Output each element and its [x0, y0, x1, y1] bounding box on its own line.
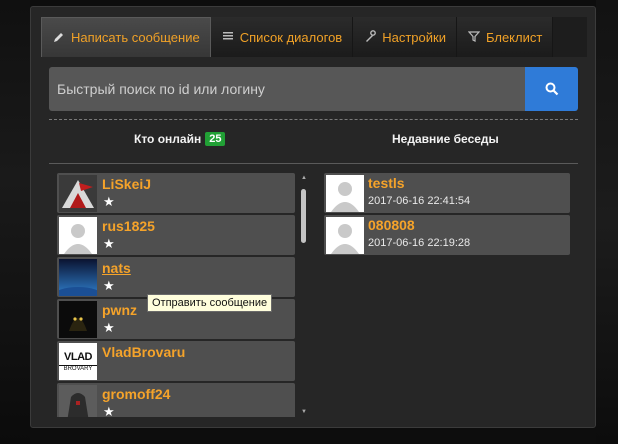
- wrench-icon: [363, 30, 377, 44]
- conversation-name[interactable]: testls: [368, 175, 405, 191]
- star-icon[interactable]: ★: [103, 404, 115, 417]
- background-left: [0, 0, 30, 444]
- messages-panel: Написать сообщение Список диалогов Настр…: [30, 6, 596, 428]
- avatar: [326, 175, 364, 212]
- list-item[interactable]: LiSkeiJ ★: [57, 173, 295, 213]
- star-icon[interactable]: ★: [103, 278, 115, 294]
- user-name[interactable]: pwnz: [102, 302, 137, 318]
- tab-label: Блеклист: [485, 29, 543, 45]
- tab-settings[interactable]: Настройки: [353, 17, 457, 57]
- search-input[interactable]: [49, 67, 525, 111]
- star-icon[interactable]: ★: [103, 236, 115, 252]
- avatar: [59, 217, 97, 254]
- background-right: [596, 0, 618, 444]
- scrollbar-thumb[interactable]: [301, 189, 306, 243]
- recent-header: Недавние беседы: [392, 132, 499, 146]
- scroll-up-icon[interactable]: ▲: [300, 175, 308, 181]
- online-list-scrollbar[interactable]: ▲ ▼: [300, 173, 308, 417]
- list-item[interactable]: 080808 2017-06-16 22:19:28: [324, 215, 570, 255]
- online-count-badge: 25: [205, 132, 226, 146]
- avatar: [59, 175, 97, 212]
- list-item[interactable]: VLAD BROVARY VladBrovaru: [57, 341, 295, 381]
- star-icon[interactable]: ★: [103, 194, 115, 210]
- list-item[interactable]: nats ★: [57, 257, 295, 297]
- search-icon: [545, 82, 558, 96]
- user-name[interactable]: VladBrovaru: [102, 344, 185, 360]
- filter-icon: [467, 30, 481, 44]
- conversation-time: 2017-06-16 22:19:28: [368, 237, 471, 249]
- avatar: [326, 217, 364, 254]
- list-item[interactable]: rus1825 ★: [57, 215, 295, 255]
- tab-write-message[interactable]: Написать сообщение: [41, 17, 211, 57]
- header-divider: [49, 163, 578, 164]
- list-item[interactable]: gromoff24 ★: [57, 383, 295, 417]
- tab-label: Настройки: [382, 29, 446, 45]
- scroll-down-icon[interactable]: ▼: [300, 409, 308, 415]
- tab-blacklist[interactable]: Блеклист: [456, 17, 554, 57]
- avatar-logo-text: VLAD: [64, 351, 92, 363]
- user-name[interactable]: nats: [102, 260, 131, 276]
- online-header: Кто онлайн 25: [134, 132, 226, 146]
- recent-conversations-list: testls 2017-06-16 22:41:54 080808 2017-0…: [324, 173, 570, 257]
- conversation-time: 2017-06-16 22:41:54: [368, 195, 471, 207]
- dashed-divider: [49, 119, 578, 120]
- list-item[interactable]: testls 2017-06-16 22:41:54: [324, 173, 570, 213]
- avatar: [59, 301, 97, 338]
- avatar-logo-subtext: BROVARY: [59, 365, 97, 372]
- avatar: [59, 259, 97, 296]
- tooltip: Отправить сообщение: [147, 294, 273, 312]
- user-name[interactable]: gromoff24: [102, 386, 170, 402]
- tab-dialog-list[interactable]: Список диалогов: [210, 17, 354, 57]
- recent-title: Недавние беседы: [392, 132, 499, 146]
- avatar: [59, 385, 97, 417]
- user-name[interactable]: LiSkeiJ: [102, 176, 151, 192]
- pencil-icon: [52, 31, 66, 45]
- user-name[interactable]: rus1825: [102, 218, 155, 234]
- avatar: VLAD BROVARY: [59, 343, 97, 380]
- tab-label: Написать сообщение: [71, 30, 200, 45]
- search-bar: [49, 67, 578, 111]
- online-title: Кто онлайн: [134, 132, 202, 146]
- star-icon[interactable]: ★: [103, 320, 115, 336]
- list-icon: [221, 30, 235, 44]
- tab-bar: Написать сообщение Список диалогов Настр…: [41, 17, 587, 57]
- search-button[interactable]: [525, 67, 578, 111]
- conversation-name[interactable]: 080808: [368, 217, 415, 233]
- tab-label: Список диалогов: [239, 29, 343, 45]
